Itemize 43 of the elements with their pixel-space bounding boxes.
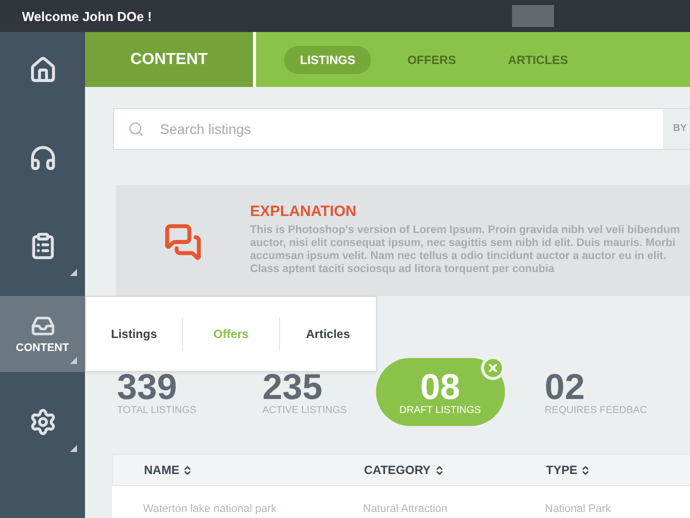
table-cell-text: National Park <box>545 503 612 517</box>
sort-icon[interactable] <box>434 464 445 476</box>
home-icon <box>28 56 56 84</box>
stat-value: 235 <box>262 368 322 404</box>
explanation-text: This is Photoshop's version of Lorem Ipsum. Proin gravida nibh vel veli bibendum auctor, nisi elit consequat ipsum, nec sagittis sem nibh id elit. Duis mauris. Morbi accumsan ipsum velit. Nam nec tellus a odio tincidunt auctor a auctor eu in elit. Class aptent taciti sociosqu ad litora torquent per conubia <box>250 224 681 276</box>
corner-triangle-icon <box>70 445 77 452</box>
corner-triangle-icon <box>70 269 77 276</box>
chat-bubbles-icon <box>164 222 202 261</box>
nav-tab[interactable]: OFFERS <box>391 46 472 74</box>
corner-triangle-icon <box>70 357 77 364</box>
sidebar-item[interactable]: CONTENT <box>0 296 85 372</box>
welcome-text: Welcome John DOe ! <box>22 8 152 24</box>
menu-item[interactable]: Offers <box>182 317 279 351</box>
column-header[interactable]: NAME <box>144 463 180 477</box>
stat-label: ACTIVE LISTINGS <box>262 404 347 416</box>
stat-label: TOTAL LISTINGS <box>117 404 196 416</box>
headphones-icon <box>28 144 56 172</box>
table-cell-text: Waterton lake national park <box>143 503 278 517</box>
search-icon <box>128 120 144 137</box>
stat-value: 339 <box>117 368 178 404</box>
settings-icon <box>28 408 56 436</box>
tray-icon <box>30 314 54 338</box>
avatar-placeholder <box>512 5 554 27</box>
stat-label: REQUIRES FEEDBAC <box>544 404 647 416</box>
close-icon <box>486 362 499 374</box>
stat-value: 02 <box>544 368 585 404</box>
sort-icon[interactable] <box>182 464 194 476</box>
search-field[interactable]: Search listings BY <box>113 108 690 150</box>
by-button[interactable]: BY <box>663 109 690 149</box>
column-header[interactable]: TYPE <box>546 463 578 477</box>
stat-label: DRAFT LISTINGS <box>399 404 481 416</box>
column-header[interactable]: CATEGORY <box>364 463 431 477</box>
sort-icon[interactable] <box>580 464 592 476</box>
sidebar-label: CONTENT <box>16 342 70 354</box>
explanation-title: EXPLANATION <box>250 202 358 220</box>
nav-tab[interactable]: ARTICLES <box>492 46 584 74</box>
stat-value: 08 <box>420 368 460 404</box>
section-title: CONTENT <box>85 32 256 87</box>
stat-bubble[interactable]: 08 DRAFT LISTINGS <box>376 358 505 426</box>
menu-item[interactable]: Listings <box>86 317 182 351</box>
nav-tab[interactable]: LISTINGS <box>284 46 372 74</box>
table-cell-text: Natural Attraction <box>363 503 448 517</box>
menu-item[interactable]: Articles <box>279 317 376 351</box>
